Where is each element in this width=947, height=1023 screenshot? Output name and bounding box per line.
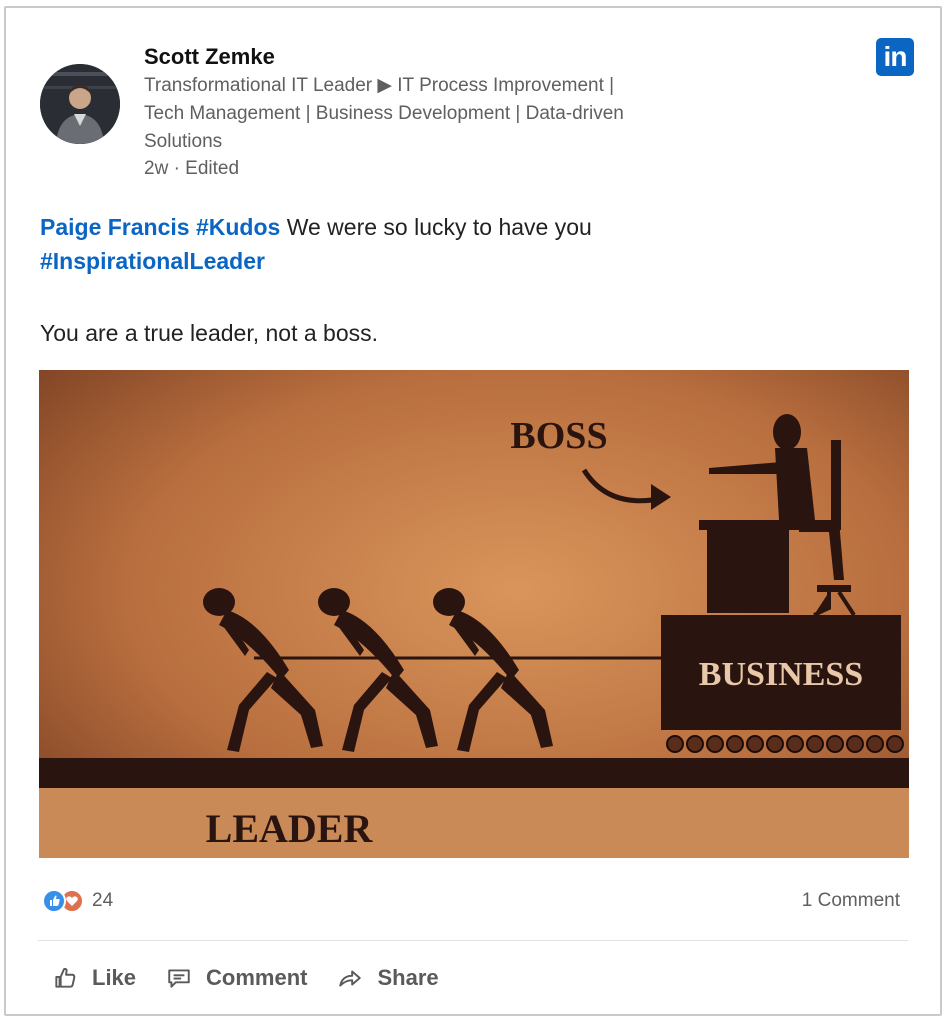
like-button[interactable]: Like	[52, 965, 136, 991]
mention-link[interactable]: Paige Francis	[40, 214, 190, 240]
post-image[interactable]: BUSINESS BOSS LEADER	[39, 370, 909, 858]
post-text-line-3: You are a true leader, not a boss.	[40, 320, 379, 346]
image-business-label: BUSINESS	[699, 656, 863, 693]
author-headline: Transformational IT Leader ▶ IT Process …	[144, 75, 624, 152]
share-arrow-icon	[339, 970, 362, 987]
reaction-count: 24	[92, 890, 114, 911]
share-button[interactable]: Share	[337, 965, 439, 991]
comment-button[interactable]: Comment	[166, 965, 307, 991]
hashtag-link[interactable]: #Kudos	[196, 214, 280, 240]
post-text-line-2: #InspirationalLeader	[40, 248, 265, 275]
post-card: Scott Zemke Transformational IT Leader ▶…	[4, 6, 942, 1016]
like-icon	[42, 889, 66, 913]
reactions-summary[interactable]: 24	[42, 888, 113, 914]
author-name[interactable]: Scott Zemke	[144, 44, 275, 70]
author-avatar[interactable]	[40, 64, 120, 144]
linkedin-logo-icon: in	[876, 38, 914, 76]
image-boss-label: BOSS	[510, 415, 607, 457]
action-bar: Like Comment Share	[52, 958, 469, 998]
post-text-line-1: Paige Francis #Kudos We were so lucky to…	[40, 214, 592, 241]
post-timestamp: 2w · Edited	[144, 158, 240, 179]
image-leader-label: LEADER	[206, 806, 374, 851]
post-text: We were so lucky to have you	[280, 214, 592, 240]
comments-count-link[interactable]: 1 Comment	[802, 890, 900, 912]
like-label: Like	[92, 965, 137, 990]
comment-icon	[168, 969, 190, 988]
hashtag-link[interactable]: #InspirationalLeader	[40, 248, 265, 274]
share-label: Share	[377, 965, 439, 990]
divider	[38, 940, 908, 941]
comment-label: Comment	[206, 965, 308, 990]
thumbs-up-icon	[55, 967, 76, 988]
